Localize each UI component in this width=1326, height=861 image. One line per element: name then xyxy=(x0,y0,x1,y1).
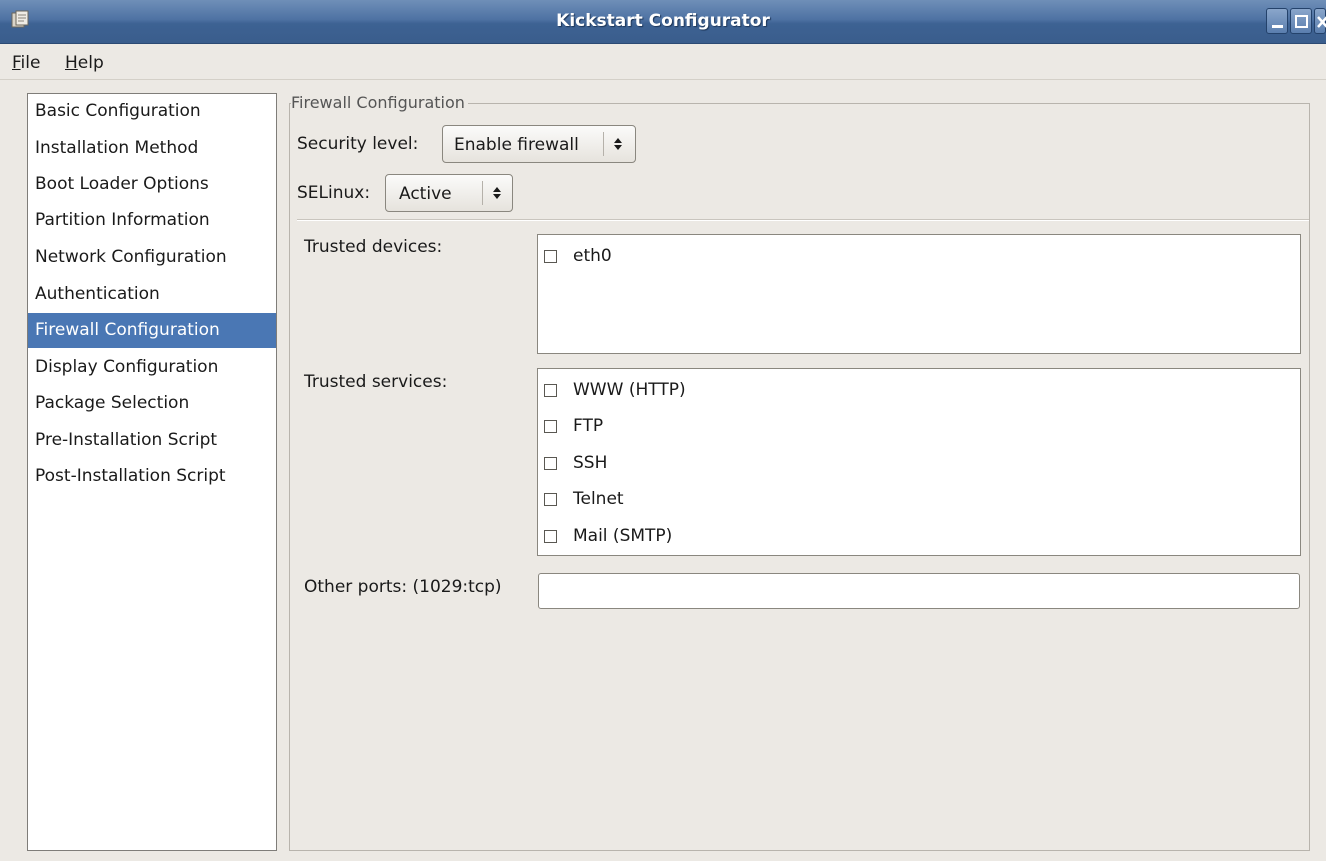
checkbox[interactable] xyxy=(544,419,557,433)
nav-item-post-installation-script[interactable]: Post-Installation Script xyxy=(28,459,276,494)
menu-file-mnemonic: F xyxy=(12,53,21,73)
checkbox[interactable] xyxy=(544,383,557,397)
selinux-select[interactable]: Active xyxy=(385,174,513,212)
nav-item-package-selection[interactable]: Package Selection xyxy=(28,386,276,421)
window-controls xyxy=(1266,8,1326,34)
frame-title: Firewall Configuration xyxy=(291,93,468,112)
minimize-button[interactable] xyxy=(1266,8,1288,34)
selinux-label: SELinux: xyxy=(297,183,371,203)
service-mail-smtp[interactable]: Mail (SMTP) xyxy=(544,522,672,550)
close-button[interactable] xyxy=(1314,8,1326,34)
security-level-label: Security level: xyxy=(297,134,419,154)
menu-file[interactable]: File xyxy=(12,53,40,73)
nav-item-firewall-configuration[interactable]: Firewall Configuration xyxy=(28,313,276,348)
checkbox[interactable] xyxy=(544,249,557,263)
trusted-devices-label: Trusted devices: xyxy=(304,237,443,257)
checkbox[interactable] xyxy=(544,492,557,506)
nav-item-display-configuration[interactable]: Display Configuration xyxy=(28,350,276,385)
checkbox-label: Mail (SMTP) xyxy=(573,526,673,546)
menu-help[interactable]: Help xyxy=(65,53,104,73)
selinux-value: Active xyxy=(399,184,452,204)
other-ports-label: Other ports: (1029:tcp) xyxy=(304,577,502,597)
device-eth0[interactable]: eth0 xyxy=(544,242,612,270)
menu-help-mnemonic: H xyxy=(65,53,78,73)
nav-item-network-configuration[interactable]: Network Configuration xyxy=(28,240,276,275)
spin-arrows-icon xyxy=(614,138,622,150)
service-telnet[interactable]: Telnet xyxy=(544,485,624,513)
checkbox-label: WWW (HTTP) xyxy=(573,380,686,400)
maximize-button[interactable] xyxy=(1290,8,1312,34)
nav-item-installation-method[interactable]: Installation Method xyxy=(28,131,276,166)
checkbox-label: Telnet xyxy=(573,489,624,509)
checkbox-label: SSH xyxy=(573,453,608,473)
menu-file-label: ile xyxy=(20,53,41,73)
checkbox[interactable] xyxy=(544,529,557,543)
nav-item-authentication[interactable]: Authentication xyxy=(28,277,276,312)
section-divider xyxy=(297,219,1309,221)
security-level-value: Enable firewall xyxy=(454,135,579,155)
combo-separator xyxy=(482,181,483,205)
section-list[interactable]: Basic Configuration Installation Method … xyxy=(27,93,277,851)
trusted-devices-list[interactable]: eth0 xyxy=(537,234,1301,354)
other-ports-input[interactable] xyxy=(538,573,1300,609)
service-ftp[interactable]: FTP xyxy=(544,412,603,440)
combo-separator xyxy=(603,132,604,156)
trusted-services-list[interactable]: WWW (HTTP) FTP SSH Telnet Mail (SMTP) xyxy=(537,368,1301,556)
title-bar: Kickstart Configurator xyxy=(0,0,1326,44)
service-www-http[interactable]: WWW (HTTP) xyxy=(544,376,686,404)
nav-item-basic-configuration[interactable]: Basic Configuration xyxy=(28,94,276,129)
nav-item-pre-installation-script[interactable]: Pre-Installation Script xyxy=(28,423,276,458)
checkbox[interactable] xyxy=(544,456,557,470)
nav-item-partition-information[interactable]: Partition Information xyxy=(28,203,276,238)
nav-item-boot-loader-options[interactable]: Boot Loader Options xyxy=(28,167,276,202)
trusted-services-label: Trusted services: xyxy=(304,372,448,392)
window-title: Kickstart Configurator xyxy=(556,11,770,31)
checkbox-label: FTP xyxy=(573,416,604,436)
menu-help-label: elp xyxy=(77,53,104,73)
service-ssh[interactable]: SSH xyxy=(544,449,607,477)
spin-arrows-icon xyxy=(493,187,501,199)
menu-bar: File Help xyxy=(0,44,1326,80)
checkbox-label: eth0 xyxy=(573,246,612,266)
security-level-select[interactable]: Enable firewall xyxy=(442,125,636,163)
